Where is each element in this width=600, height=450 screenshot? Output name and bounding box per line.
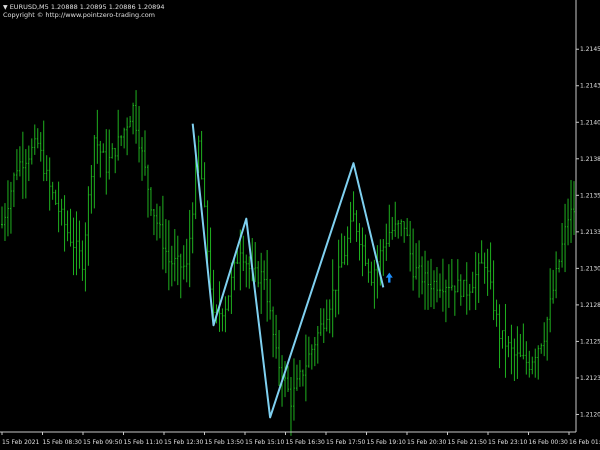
time-tick-label: 15 Feb 23:10 (488, 439, 528, 446)
price-tick-label: 1.21380 (580, 156, 600, 163)
price-tick-label: 1.21230 (580, 375, 600, 382)
triangle-down-icon[interactable]: ▼ (3, 4, 8, 11)
time-tick-label: 15 Feb 20:30 (407, 439, 447, 446)
candles-layer (1, 90, 575, 436)
time-tick-label: 16 Feb 01:50 (569, 439, 600, 446)
price-tick-label: 1.21430 (580, 83, 600, 90)
symbol-header: ▼ EURUSD,M5 1.20888 1.20895 1.20886 1.20… (3, 3, 165, 12)
price-tick-label: 1.21455 (580, 46, 600, 53)
price-tick-label: 1.21305 (580, 265, 600, 272)
time-tick-label: 15 Feb 15:10 (245, 439, 285, 446)
price-tick-label: 1.21205 (580, 411, 600, 418)
price-tick-label: 1.21255 (580, 338, 600, 345)
price-tick-label: 1.21330 (580, 229, 600, 236)
symbol-line: EURUSD,M5 1.20888 1.20895 1.20886 1.2089… (9, 3, 165, 11)
time-tick-label: 15 Feb 2021 (2, 439, 40, 446)
time-tick-label: 15 Feb 16:30 (286, 439, 326, 446)
time-tick-label: 15 Feb 09:50 (83, 439, 123, 446)
time-tick-label: 15 Feb 13:50 (205, 439, 245, 446)
arrow-layer (385, 272, 393, 283)
time-tick-label: 15 Feb 19:10 (367, 439, 407, 446)
price-chart: 1.21455 1.21430 1.21405 1.21380 1.21355 1.213… (0, 0, 600, 446)
time-tick-label: 15 Feb 17:50 (326, 439, 366, 446)
time-tick-label: 15 Feb 21:50 (448, 439, 488, 446)
time-tick-label: 16 Feb 00:30 (529, 439, 569, 446)
price-tick-label: 1.21280 (580, 302, 600, 309)
time-tick-label: 15 Feb 08:30 (43, 439, 83, 446)
time-tick-label: 15 Feb 11:10 (124, 439, 164, 446)
price-tick-label: 1.21405 (580, 119, 600, 126)
price-tick-label: 1.21355 (580, 192, 600, 199)
arrow-up-icon (385, 272, 393, 283)
time-tick-label: 15 Feb 12:30 (164, 439, 204, 446)
copyright-line: Copyright © http://www.pointzero-trading… (3, 11, 156, 19)
